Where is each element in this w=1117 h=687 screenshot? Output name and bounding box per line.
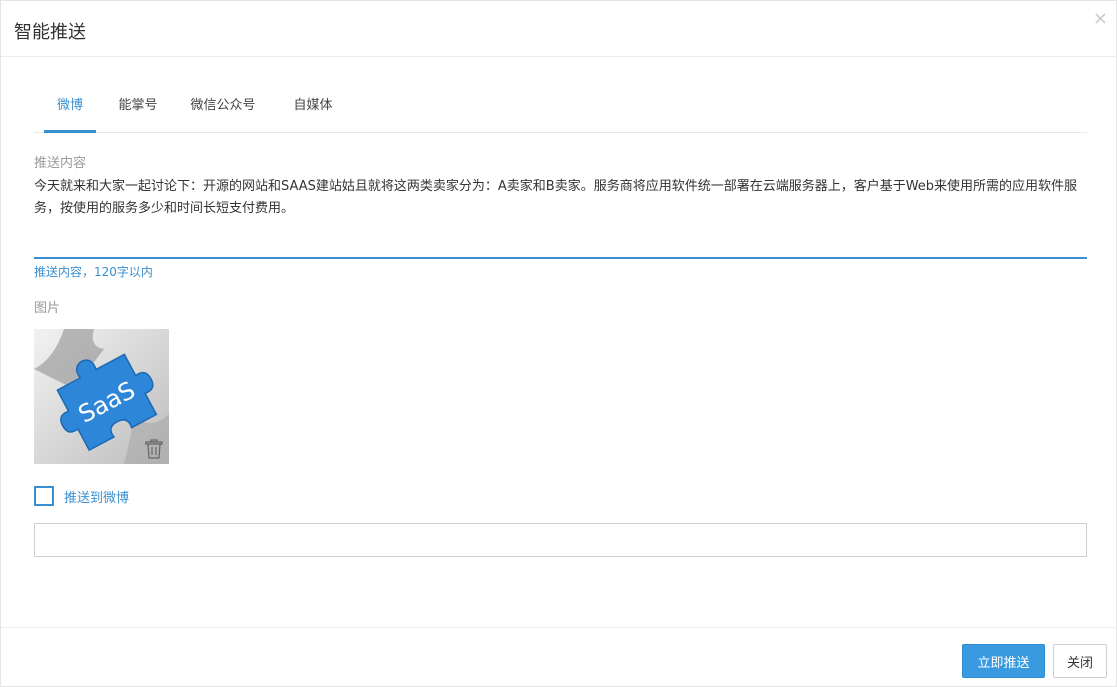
push-now-button[interactable]: 立即推送: [962, 644, 1045, 678]
textarea-focus-underline: [34, 257, 1087, 259]
smart-push-dialog: 智能推送 × 微博 能掌号 微信公众号 自媒体 推送内容 今天就来和大家一起讨论…: [0, 0, 1117, 687]
push-to-weibo-checkbox[interactable]: [34, 486, 54, 506]
dialog-footer: 立即推送 关闭: [1, 627, 1117, 687]
uploaded-image: SaaS: [34, 329, 169, 464]
close-button[interactable]: 关闭: [1053, 644, 1107, 678]
tab-wechat-official[interactable]: 微信公众号: [187, 93, 259, 133]
dialog-title: 智能推送: [14, 22, 86, 43]
trash-icon[interactable]: [143, 438, 165, 460]
tab-nengzhanghao[interactable]: 能掌号: [112, 93, 164, 133]
content-textarea[interactable]: 今天就来和大家一起讨论下：开源的网站和SAAS建站姑且就将这两类卖家分为：A卖家…: [34, 176, 1089, 220]
image-label: 图片: [34, 301, 61, 316]
tab-self-media[interactable]: 自媒体: [287, 93, 339, 133]
tab-weibo[interactable]: 微博: [44, 93, 96, 133]
extra-text-input[interactable]: [34, 523, 1087, 557]
push-to-weibo-label[interactable]: 推送到微博: [64, 487, 129, 506]
content-label: 推送内容: [34, 156, 87, 171]
dialog-header: 智能推送 ×: [1, 1, 1117, 57]
push-tabs: 微博 能掌号 微信公众号 自媒体: [34, 93, 1087, 133]
close-icon[interactable]: ×: [1093, 10, 1108, 28]
content-hint: 推送内容，120字以内: [34, 265, 153, 279]
